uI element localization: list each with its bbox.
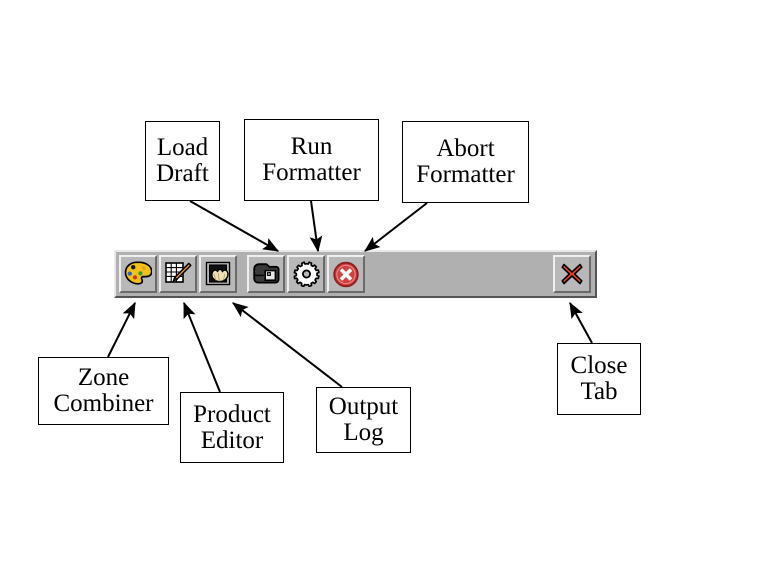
callout-run-formatter-line2: Formatter xyxy=(262,159,361,186)
callout-load-draft-line1: Load xyxy=(156,134,209,161)
callout-run-formatter: Run Formatter xyxy=(244,119,379,201)
callout-output-log: Output Log xyxy=(316,387,411,453)
leader-abort-formatter xyxy=(364,202,428,252)
toolbar-button-run-formatter[interactable] xyxy=(287,255,325,293)
folder-box-icon xyxy=(253,263,280,284)
callout-close-tab: Close Tab xyxy=(557,343,641,415)
gear-icon xyxy=(293,261,320,287)
leader-load-draft xyxy=(189,200,280,252)
leader-output-log xyxy=(232,302,343,388)
toolbar-button-zone-combiner[interactable] xyxy=(119,255,157,293)
callout-output-log-line1: Output xyxy=(328,393,399,420)
notepad-pencil-icon xyxy=(165,262,192,283)
callout-output-log-line2: Log xyxy=(343,419,384,446)
toolbar-button-product-editor[interactable] xyxy=(159,255,197,293)
callout-close-tab-line2: Tab xyxy=(580,378,618,405)
leader-close-tab xyxy=(569,301,593,344)
callout-abort-formatter-line2: Formatter xyxy=(416,161,515,188)
annotated-toolbar-diagram: Load Draft Run Formatter Abort Formatter… xyxy=(0,0,768,576)
callout-product-editor: Product Editor xyxy=(180,392,284,463)
leader-run-formatter xyxy=(309,200,323,253)
red-x-icon xyxy=(561,263,583,285)
callout-abort-formatter: Abort Formatter xyxy=(402,121,529,203)
callout-abort-formatter-line1: Abort xyxy=(436,135,495,162)
toolbar-button-load-draft[interactable] xyxy=(247,255,285,293)
callout-run-formatter-line1: Run xyxy=(290,133,333,160)
callout-zone-combiner-line2: Combiner xyxy=(53,390,154,417)
toolbar-button-output-log[interactable] xyxy=(199,255,237,293)
callout-load-draft-line2: Draft xyxy=(156,160,209,187)
callout-close-tab-line1: Close xyxy=(570,352,628,379)
toolbar-button-abort-formatter[interactable] xyxy=(327,255,365,293)
application-toolbar xyxy=(114,250,597,298)
palette-icon xyxy=(124,261,152,285)
callout-zone-combiner-line1: Zone xyxy=(77,364,130,391)
leader-zone-combiner xyxy=(107,301,136,358)
leader-product-editor xyxy=(183,301,221,393)
callout-zone-combiner: Zone Combiner xyxy=(38,357,169,425)
red-circle-x-icon xyxy=(333,261,359,287)
callout-load-draft: Load Draft xyxy=(145,121,220,201)
callout-product-editor-line2: Editor xyxy=(200,426,264,454)
callout-product-editor-line1: Product xyxy=(193,400,271,428)
toolbar-button-close-tab[interactable] xyxy=(553,255,591,293)
shell-picture-icon xyxy=(205,261,231,286)
